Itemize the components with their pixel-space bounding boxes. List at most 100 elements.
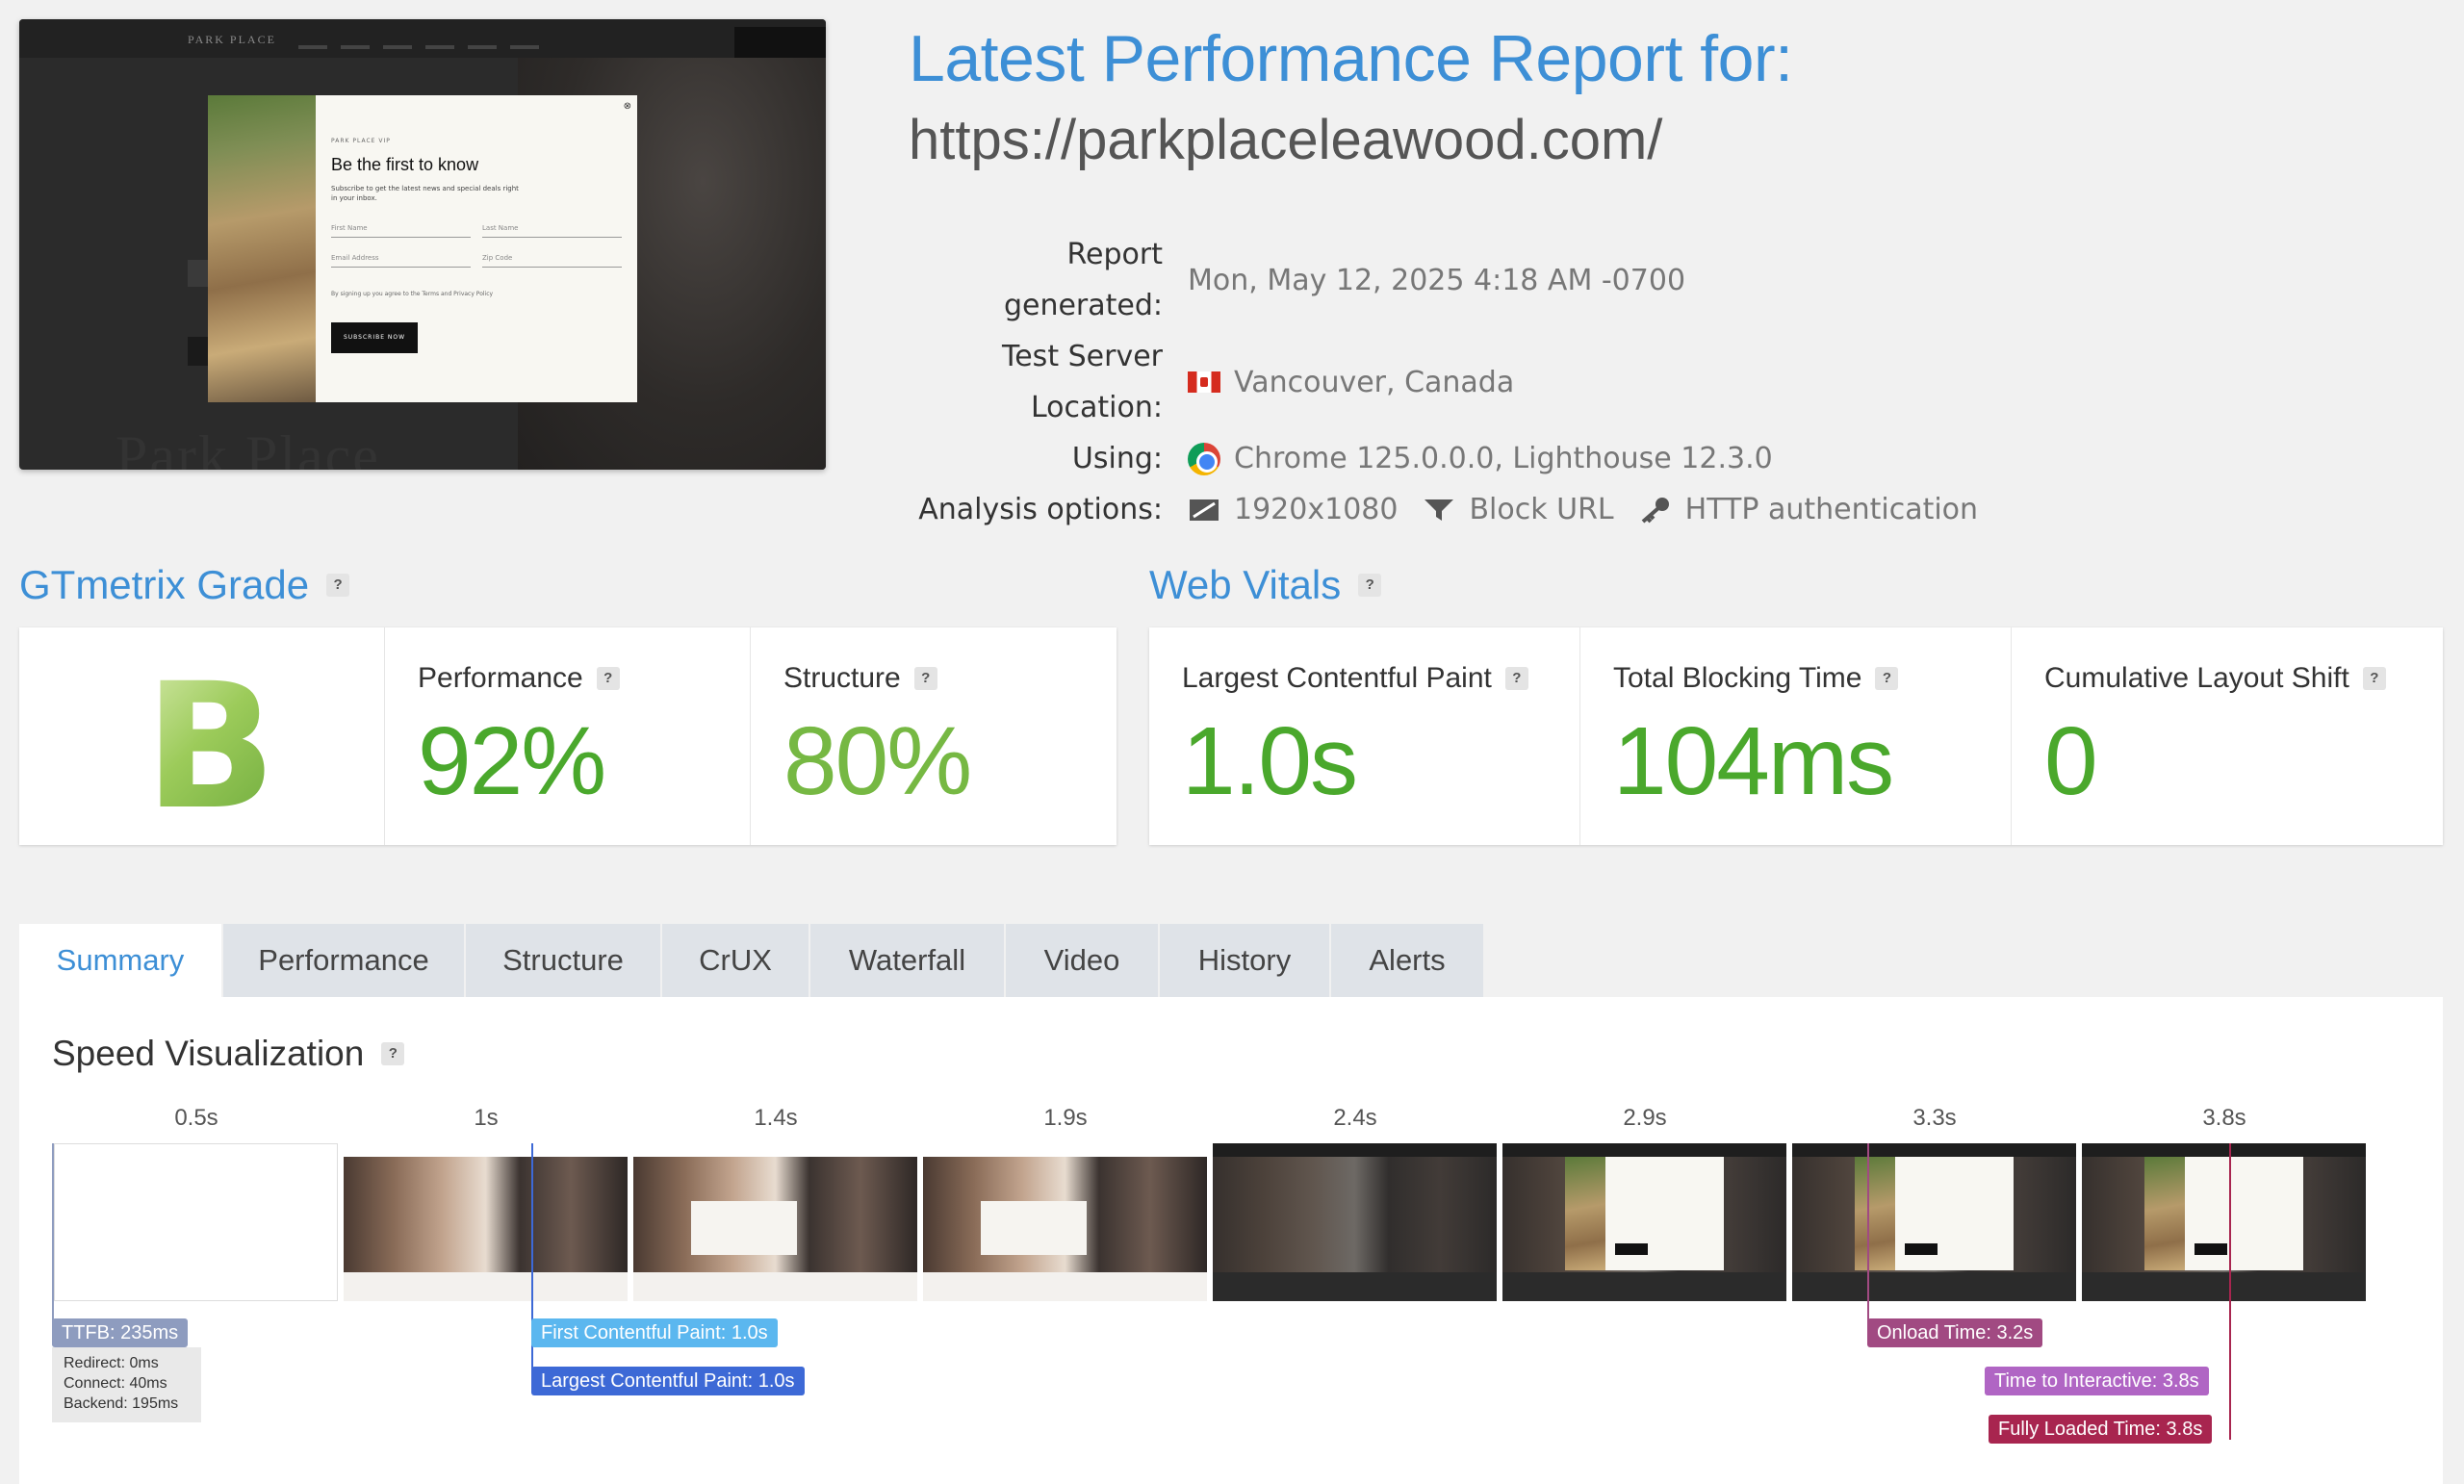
canada-flag-icon [1188,371,1220,393]
frame-time: 1s [474,1105,499,1131]
frame-popup-image [2144,1157,2185,1270]
report-url: https://parkplaceleawood.com/ [909,109,1663,171]
frame-nav [1792,1143,2076,1157]
tab-alerts[interactable]: Alerts [1331,924,1485,997]
help-icon[interactable]: ? [913,667,937,690]
frame-nav [2082,1143,2366,1157]
meta-label: Using: [1071,442,1163,475]
lcp-value: 1.0s [1182,707,1358,815]
performance-value: 92% [418,707,606,815]
tab-structure[interactable]: Structure [466,924,662,997]
frame-popup-button [1905,1243,1938,1255]
filmstrip-frame[interactable] [923,1143,1207,1301]
performance-cell: Performance ? 92% [385,627,751,845]
cls-cell: Cumulative Layout Shift ? 0 [2012,627,2443,845]
lcp-cell: Largest Contentful Paint ? 1.0s [1149,627,1580,845]
tab-performance[interactable]: Performance [223,924,466,997]
frame-nav [1502,1143,1786,1157]
filmstrip-frame[interactable] [1213,1143,1497,1301]
popup-image [208,95,316,402]
section-title: Speed Visualization [52,1034,365,1073]
tbt-value: 104ms [1613,707,1894,815]
onload-marker[interactable]: Onload Time: 3.2s [1867,1318,2043,1347]
tab-summary[interactable]: Summary [19,924,223,997]
help-icon[interactable]: ? [2362,667,2386,690]
frame-popup [1565,1157,1724,1270]
frame-content-box [981,1201,1087,1255]
web-vitals-heading: Web Vitals ? [1149,562,1382,608]
close-icon: ⊗ [623,101,631,112]
tbt-label-row: Total Blocking Time ? [1613,662,1899,695]
fcp-line [531,1143,533,1390]
meta-label: Analysis options: [918,493,1163,526]
meta-location: Test Server Location: Vancouver, Canada [909,331,1978,433]
site-screenshot: PARK PLACE Park Place ⊗ PARK PLACE VIP B… [19,19,826,470]
tab-history[interactable]: History [1160,924,1331,997]
tab-video[interactable]: Video [1006,924,1160,997]
meta-value: Mon, May 12, 2025 4:18 AM -0700 [1188,263,1686,297]
report-title: Latest Performance Report for: [909,22,1793,95]
frame-time: 1.4s [754,1105,798,1131]
cls-label: Cumulative Layout Shift [2044,662,2349,694]
popup-subscribe-button: SUBSCRIBE NOW [331,322,418,353]
popup-description: Subscribe to get the latest news and spe… [331,185,519,202]
meta-using-value: Chrome 125.0.0.0, Lighthouse 12.3.0 [1188,433,1773,484]
filmstrip-frame[interactable] [344,1143,628,1301]
lcp-marker[interactable]: Largest Contentful Paint: 1.0s [531,1367,805,1395]
fcp-marker[interactable]: First Contentful Paint: 1.0s [531,1318,778,1347]
frame-time: 1.9s [1043,1105,1088,1131]
filmstrip-frame[interactable] [54,1143,338,1301]
fully-loaded-line [2229,1143,2231,1440]
help-icon[interactable]: ? [1875,667,1899,690]
frame-time: 3.8s [2202,1105,2246,1131]
ttfb-breakdown: Redirect: 0ms Connect: 40ms Backend: 195… [52,1347,201,1422]
meta-options-value: 1920x1080 Block URL HTTP authentication [1188,484,1978,535]
frame-nav [1213,1143,1497,1157]
meta-label: Test Server Location: [1002,340,1163,424]
filmstrip-frame[interactable] [1792,1143,2076,1301]
help-icon[interactable]: ? [381,1042,405,1065]
performance-label: Performance [418,662,583,694]
cls-value: 0 [2044,707,2098,815]
popup-tag: PARK PLACE VIP [331,138,391,144]
meta-report-generated: Report generated: Mon, May 12, 2025 4:18… [909,229,1978,331]
frame-time: 0.5s [174,1105,218,1131]
frame-time: 2.4s [1333,1105,1377,1131]
frame-photo [344,1157,628,1272]
key-icon [1641,497,1669,524]
help-icon[interactable]: ? [596,667,620,690]
filmstrip-frame[interactable] [1502,1143,1786,1301]
tab-waterfall[interactable]: Waterfall [810,924,1006,997]
tbt-cell: Total Blocking Time ? 104ms [1580,627,2012,845]
frame-popup [1855,1157,2014,1270]
help-icon[interactable]: ? [1358,574,1382,597]
frame-photo [1213,1157,1497,1272]
grade-card: B Performance ? 92% Structure ? 80% [19,627,1116,848]
meta-options: Analysis options: 1920x1080 Block URL HT… [909,484,1978,535]
structure-label-row: Structure ? [783,662,937,695]
screenshot-logo: PARK PLACE [188,33,276,46]
location-text: Vancouver, Canada [1234,365,1515,399]
option-block-url: Block URL [1469,493,1614,526]
browser-text: Chrome 125.0.0.0, Lighthouse 12.3.0 [1234,442,1773,475]
filter-icon [1424,499,1454,521]
tti-marker[interactable]: Time to Interactive: 3.8s [1985,1367,2209,1395]
frame-nav [923,1143,1207,1157]
screenshot-watermark: Park Place [116,424,380,470]
filmstrip-frame[interactable] [2082,1143,2366,1301]
tab-crux[interactable]: CrUX [662,924,810,997]
popup-zip: Zip Code [482,254,622,268]
option-http-auth: HTTP authentication [1684,493,1979,526]
filmstrip-frame[interactable] [633,1143,917,1301]
frame-popup-image [1855,1157,1895,1270]
tbt-label: Total Blocking Time [1613,662,1862,694]
fully-loaded-marker[interactable]: Fully Loaded Time: 3.8s [1989,1415,2213,1444]
help-icon[interactable]: ? [326,574,350,597]
help-icon[interactable]: ? [1504,667,1528,690]
option-resolution: 1920x1080 [1234,493,1399,526]
ttfb-marker[interactable]: TTFB: 235ms [52,1318,189,1347]
screenshot-popup: ⊗ PARK PLACE VIP Be the first to know Su… [208,95,637,402]
lcp-label-row: Largest Contentful Paint ? [1182,662,1528,695]
chrome-icon [1188,442,1220,475]
speed-visualization-heading: Speed Visualization ? [52,1034,405,1074]
